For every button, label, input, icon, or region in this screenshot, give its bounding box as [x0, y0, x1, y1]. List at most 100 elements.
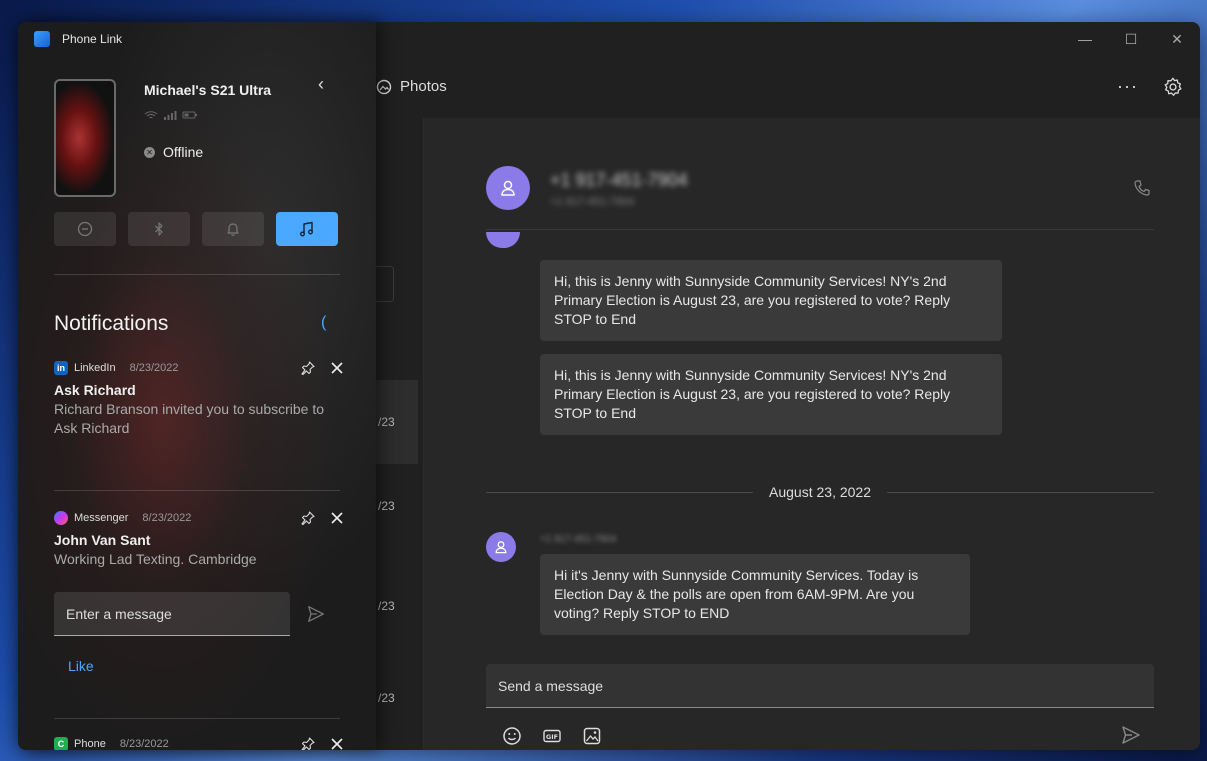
bluetooth-button[interactable] [128, 212, 190, 246]
conversation-item[interactable]: /23 [376, 564, 418, 648]
quick-actions [54, 212, 338, 246]
conversation-date: /23 [378, 691, 395, 705]
gear-icon [1164, 77, 1182, 96]
conversation-item[interactable]: /23 [376, 656, 418, 740]
separator-line [887, 491, 1155, 493]
message-bubble[interactable]: Hi, this is Jenny with Sunnyside Communi… [540, 260, 1002, 341]
top-nav: Photos ··· [376, 62, 1200, 114]
send-icon [1122, 726, 1140, 744]
divider [54, 490, 340, 491]
do-not-disturb-button[interactable] [54, 212, 116, 246]
app-title-label: Phone Link [62, 32, 123, 46]
do-not-disturb-icon [77, 221, 93, 237]
message-bubble[interactable]: Hi, this is Jenny with Sunnyside Communi… [540, 354, 1002, 435]
emoji-icon [503, 727, 521, 745]
message-input-placeholder: Send a message [498, 677, 604, 694]
device-name: Michael's S21 Ultra [144, 82, 272, 98]
notification-reply-input[interactable]: Enter a message [54, 592, 290, 636]
date-separator-label: August 23, 2022 [769, 484, 871, 500]
send-button[interactable] [1120, 724, 1144, 748]
contact-avatar-partial [486, 232, 520, 248]
notification-date: 8/23/2022 [119, 738, 169, 750]
maximize-button[interactable]: ☐ [1108, 22, 1154, 56]
music-icon [300, 221, 313, 237]
gif-button[interactable]: GIF [540, 724, 564, 748]
device-image [54, 79, 116, 197]
contact-number: +1 917-451-7904 [550, 196, 635, 208]
gif-icon: GIF [543, 729, 561, 743]
dismiss-icon[interactable] [330, 737, 344, 750]
notification-phone[interactable]: C Phone 8/23/2022 [54, 736, 344, 750]
divider [54, 718, 340, 719]
window-controls: — ☐ ✕ [1062, 22, 1200, 56]
linkedin-icon: in [54, 361, 68, 375]
reply-placeholder: Enter a message [66, 605, 172, 622]
notification-actions [300, 736, 344, 750]
notification-title: John Van Sant [54, 532, 151, 548]
message-bubble[interactable]: Hi it's Jenny with Sunnyside Community S… [540, 554, 970, 635]
like-action[interactable]: Like [68, 658, 94, 674]
conversation-item[interactable]: /23 [376, 380, 418, 464]
close-button[interactable]: ✕ [1154, 22, 1200, 56]
notification-actions [300, 510, 344, 526]
notification-app-name: Messenger [74, 512, 129, 524]
more-options-button[interactable]: ··· [1117, 76, 1138, 97]
chat-header: +1 917-451-7904 +1 917-451-7904 [486, 166, 1154, 230]
notifications-heading: Notifications [54, 312, 169, 335]
call-button[interactable] [1132, 178, 1154, 200]
bell-icon [227, 223, 239, 236]
conversation-list: /23 /23 /23 /23 [376, 118, 424, 750]
pin-icon[interactable] [300, 510, 316, 526]
message-input[interactable]: Send a message [486, 664, 1154, 708]
divider [54, 274, 340, 275]
person-icon [501, 180, 515, 196]
conversation-search-input[interactable] [376, 266, 394, 302]
contact-name: +1 917-451-7904 [550, 170, 688, 190]
chat-pane: +1 917-451-7904 +1 917-451-7904 Hi, this… [424, 118, 1200, 750]
messenger-icon [54, 511, 68, 525]
conversation-date: /23 [378, 599, 395, 613]
tab-photos-label: Photos [400, 78, 447, 95]
ring-mode-button[interactable] [202, 212, 264, 246]
dismiss-icon[interactable] [330, 361, 344, 375]
pin-icon[interactable] [300, 360, 316, 376]
tab-photos[interactable]: Photos [376, 78, 447, 95]
notification-date: 8/23/2022 [129, 362, 179, 374]
device-signal-indicators [144, 110, 198, 123]
phone-link-logo [34, 31, 50, 47]
notification-date: 8/23/2022 [142, 512, 192, 524]
notification-body: Working Lad Texting. Cambridge [54, 551, 257, 567]
clear-notifications-button[interactable]: ( [321, 314, 326, 332]
message-sender: +1 917-451-7904 [540, 534, 617, 545]
settings-button[interactable] [1162, 76, 1184, 98]
conversation-date: /23 [378, 415, 395, 429]
svg-text:GIF: GIF [546, 733, 558, 741]
conversation-item[interactable]: /23 [376, 464, 418, 548]
emoji-button[interactable] [500, 724, 524, 748]
app-title: Phone Link [34, 30, 122, 48]
sender-avatar [486, 532, 516, 562]
conversation-date: /23 [378, 499, 395, 513]
notification-actions [300, 360, 344, 376]
device-status-label: Offline [163, 144, 204, 160]
battery-icon [182, 111, 197, 119]
cellular-signal-icon [163, 111, 177, 120]
phone-icon [1134, 180, 1150, 196]
notification-app-name: Phone [74, 738, 106, 750]
notification-title: Ask Richard [54, 382, 136, 398]
notification-body: Richard Branson invited you to subscribe… [54, 401, 325, 436]
offline-status-icon: ✕ [144, 146, 155, 158]
reply-send-button[interactable] [306, 604, 326, 624]
bluetooth-icon [155, 222, 163, 236]
notification-linkedin[interactable]: in LinkedIn 8/23/2022 Ask Richard Richar… [54, 360, 344, 438]
collapse-panel-button[interactable]: ‹ [318, 74, 324, 95]
minimize-button[interactable]: — [1062, 22, 1108, 56]
dismiss-icon[interactable] [330, 511, 344, 525]
send-icon [308, 606, 324, 622]
notification-messenger[interactable]: Messenger 8/23/2022 John Van Sant Workin… [54, 510, 344, 569]
image-button[interactable] [580, 724, 604, 748]
device-flyout-panel: Phone Link Michael's S21 Ultra ‹ ✕ Offli… [18, 22, 376, 750]
pin-icon[interactable] [300, 736, 316, 750]
contact-avatar [486, 166, 530, 210]
audio-player-button[interactable] [276, 212, 338, 246]
